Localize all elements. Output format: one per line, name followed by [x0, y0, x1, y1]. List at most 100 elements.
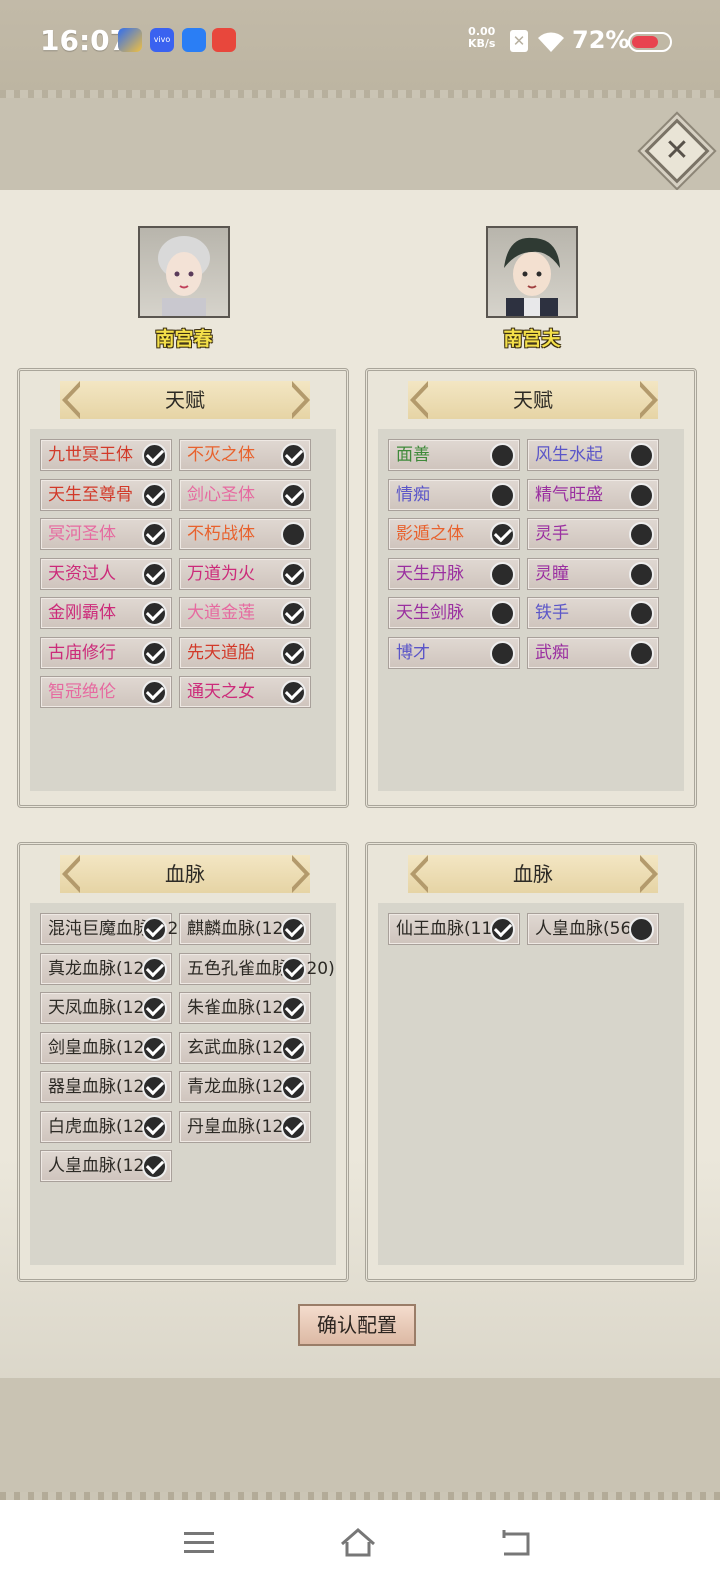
- unchecked-icon[interactable]: [629, 601, 654, 626]
- checkmark-icon[interactable]: [142, 1035, 167, 1061]
- app-notification-icon: [118, 28, 142, 52]
- unchecked-icon[interactable]: [629, 917, 654, 942]
- checkmark-icon[interactable]: [281, 561, 306, 587]
- option-label: 先天道胎: [187, 642, 255, 663]
- checkmark-icon[interactable]: [142, 1154, 167, 1179]
- checkmark-icon[interactable]: [490, 917, 515, 942]
- option-chip[interactable]: 仙王血脉(11: [388, 913, 520, 945]
- option-chip[interactable]: 五色孔雀血脉(120): [179, 952, 335, 985]
- checkmark-icon[interactable]: [281, 640, 306, 666]
- option-label: 面善: [396, 445, 430, 465]
- option-label: 五色孔雀血脉(120): [187, 958, 335, 979]
- unchecked-icon[interactable]: [490, 601, 515, 626]
- option-chip[interactable]: 万道为火: [179, 557, 311, 590]
- checkmark-icon[interactable]: [142, 1075, 167, 1100]
- unchecked-icon[interactable]: [490, 561, 515, 587]
- unchecked-icon[interactable]: [281, 522, 306, 547]
- option-chip[interactable]: 剑皇血脉(12: [40, 1031, 172, 1064]
- checkmark-icon[interactable]: [281, 996, 306, 1021]
- checkmark-icon[interactable]: [281, 482, 306, 508]
- checkmark-icon[interactable]: [142, 482, 167, 508]
- option-chip[interactable]: 风生水起: [527, 439, 659, 471]
- checkmark-icon[interactable]: [142, 443, 167, 468]
- checkmark-icon[interactable]: [281, 1035, 306, 1061]
- checkmark-icon[interactable]: [281, 1075, 306, 1100]
- unchecked-icon[interactable]: [490, 482, 515, 508]
- option-label: 通天之女: [187, 682, 255, 702]
- option-chip[interactable]: 白虎血脉(12: [40, 1110, 172, 1143]
- checkmark-icon[interactable]: [142, 917, 167, 942]
- checkmark-icon[interactable]: [281, 917, 306, 942]
- option-chip[interactable]: 玄武血脉(12: [179, 1031, 311, 1064]
- option-chip[interactable]: 人皇血脉(12: [40, 1150, 172, 1182]
- unchecked-icon[interactable]: [629, 522, 654, 547]
- checkmark-icon[interactable]: [142, 522, 167, 547]
- option-chip[interactable]: 器皇血脉(12: [40, 1071, 172, 1103]
- option-chip[interactable]: 天生至尊骨: [40, 478, 172, 511]
- option-chip[interactable]: 剑心圣体: [179, 478, 311, 511]
- unchecked-icon[interactable]: [629, 561, 654, 587]
- menu-icon[interactable]: [180, 1522, 220, 1562]
- option-chip[interactable]: 九世冥王体: [40, 439, 172, 471]
- checkmark-icon[interactable]: [281, 601, 306, 626]
- option-chip[interactable]: 博才: [388, 636, 520, 669]
- header-band: [0, 90, 720, 190]
- back-icon[interactable]: [496, 1522, 536, 1562]
- option-chip[interactable]: 古庙修行: [40, 636, 172, 669]
- unchecked-icon[interactable]: [490, 640, 515, 666]
- checkmark-icon[interactable]: [142, 561, 167, 587]
- unchecked-icon[interactable]: [629, 443, 654, 468]
- option-chip[interactable]: 先天道胎: [179, 636, 311, 669]
- character-left[interactable]: 南宫春: [138, 226, 230, 351]
- option-chip[interactable]: 混沌巨魔血脉(12: [40, 913, 178, 945]
- checkmark-icon[interactable]: [281, 680, 306, 705]
- character-right[interactable]: 南宫夫: [486, 226, 578, 351]
- checkmark-icon[interactable]: [142, 601, 167, 626]
- option-chip[interactable]: 天资过人: [40, 557, 172, 590]
- confirm-config-button[interactable]: 确认配置: [298, 1304, 416, 1346]
- unchecked-icon[interactable]: [490, 443, 515, 468]
- checkmark-icon[interactable]: [490, 522, 515, 547]
- panel-title: 血脉: [408, 855, 658, 893]
- option-chip[interactable]: 冥河圣体: [40, 518, 172, 550]
- checkmark-icon[interactable]: [142, 640, 167, 666]
- home-icon[interactable]: [338, 1522, 378, 1562]
- option-chip[interactable]: 麒麟血脉(12: [179, 913, 311, 945]
- checkmark-icon[interactable]: [142, 956, 167, 982]
- checkmark-icon[interactable]: [281, 443, 306, 468]
- left-talent-panel: 天赋 九世冥王体 不灭之体 天生至尊骨 剑心圣体 冥河圣体 不朽战体 天资过人 万道为火 金刚霸…: [17, 368, 349, 808]
- option-chip[interactable]: 朱雀血脉(12: [179, 992, 311, 1024]
- option-chip[interactable]: 智冠绝伦: [40, 676, 172, 708]
- option-chip[interactable]: 天凤血脉(12: [40, 992, 172, 1024]
- checkmark-icon[interactable]: [281, 956, 306, 982]
- status-time: 16:07: [40, 24, 130, 57]
- option-chip[interactable]: 金刚霸体: [40, 597, 172, 629]
- option-chip[interactable]: 面善: [388, 439, 520, 471]
- option-chip[interactable]: 武痴: [527, 636, 659, 669]
- checkmark-icon[interactable]: [142, 1114, 167, 1140]
- option-chip[interactable]: 真龙血脉(12: [40, 952, 172, 985]
- option-chip[interactable]: 影遁之体: [388, 518, 520, 550]
- option-chip[interactable]: 灵瞳: [527, 557, 659, 590]
- option-chip[interactable]: 铁手: [527, 597, 659, 629]
- checkmark-icon[interactable]: [281, 1114, 306, 1140]
- checkmark-icon[interactable]: [142, 680, 167, 705]
- unchecked-icon[interactable]: [629, 482, 654, 508]
- option-chip[interactable]: 天生丹脉: [388, 557, 520, 590]
- option-chip[interactable]: 丹皇血脉(12: [179, 1110, 311, 1143]
- panel-title: 天赋: [60, 381, 310, 419]
- option-label: 智冠绝伦: [48, 682, 116, 702]
- character-name: 南宫春: [155, 328, 213, 350]
- option-chip[interactable]: 灵手: [527, 518, 659, 550]
- option-chip[interactable]: 不灭之体: [179, 439, 311, 471]
- checkmark-icon[interactable]: [142, 996, 167, 1021]
- option-chip[interactable]: 通天之女: [179, 676, 311, 708]
- option-chip[interactable]: 大道金莲: [179, 597, 311, 629]
- option-chip[interactable]: 天生剑脉: [388, 597, 520, 629]
- unchecked-icon[interactable]: [629, 640, 654, 666]
- option-chip[interactable]: 人皇血脉(56): [527, 913, 659, 945]
- option-chip[interactable]: 青龙血脉(12: [179, 1071, 311, 1103]
- option-chip[interactable]: 不朽战体: [179, 518, 311, 550]
- option-chip[interactable]: 情痴: [388, 478, 520, 511]
- option-chip[interactable]: 精气旺盛: [527, 478, 659, 511]
